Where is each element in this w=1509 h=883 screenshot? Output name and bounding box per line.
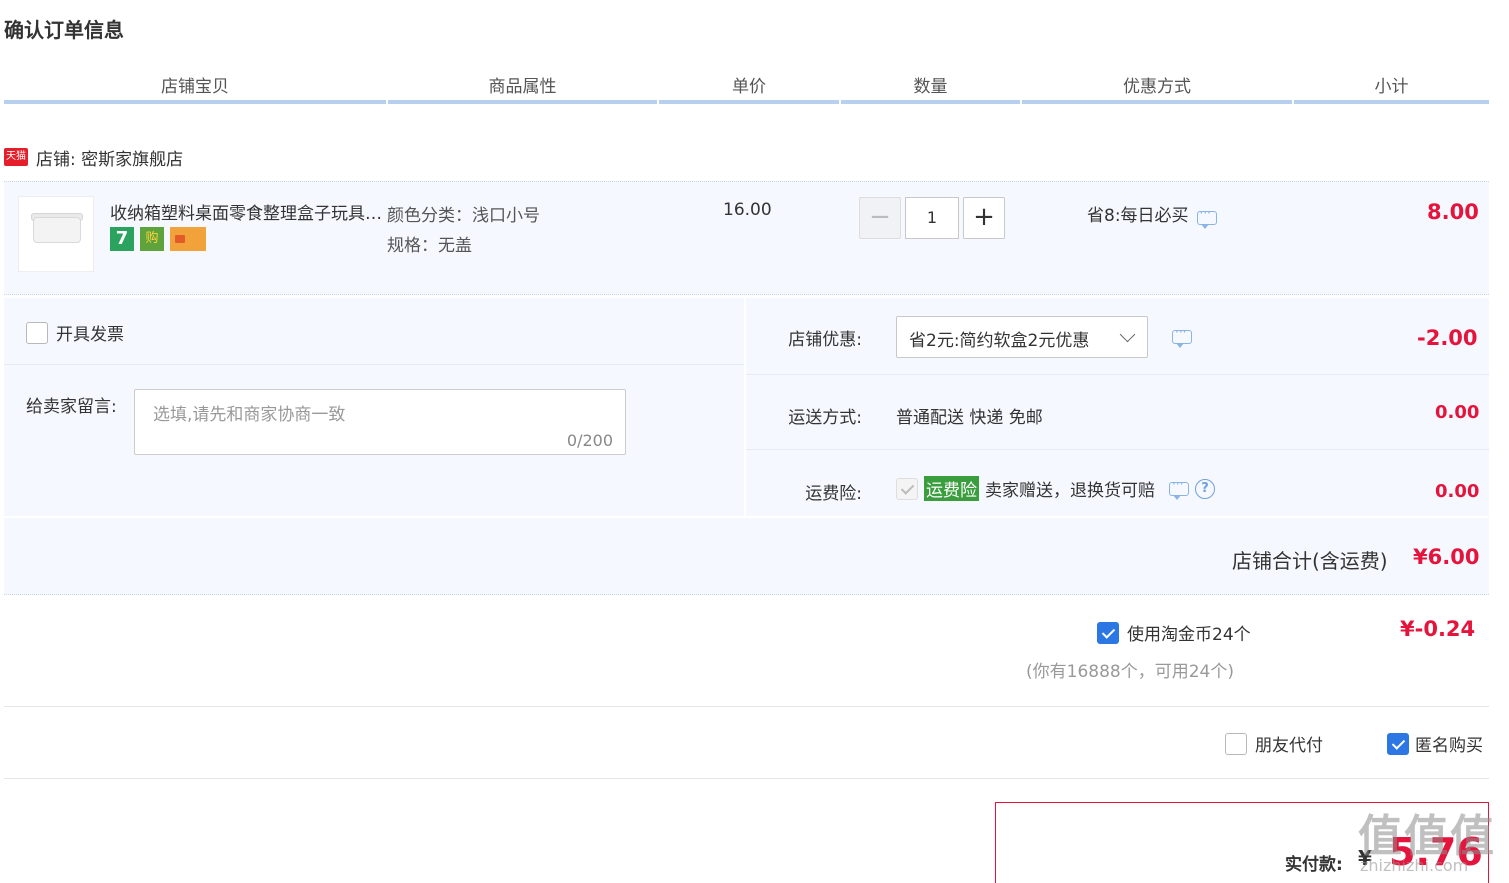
shopping-guarantee-icon: 购 [140, 227, 164, 251]
panel-divider [4, 364, 744, 365]
section-divider [4, 778, 1489, 779]
col-header-attributes: 商品属性 [388, 74, 657, 104]
insurance-text: 卖家赠送，退换货可赔 [985, 481, 1155, 501]
shipping-value: 普通配送 快递 免邮 [896, 408, 1043, 428]
shop-discount-value: 省2元:简约软盒2元优惠 [909, 331, 1090, 351]
col-header-quantity: 数量 [841, 74, 1020, 104]
service-badges: 7 购 [110, 227, 206, 251]
anonymous-option[interactable]: 匿名购买 [1387, 731, 1483, 756]
seven-day-return-icon: 7 [110, 227, 134, 251]
seller-message-input[interactable]: 选填,请先和商家协商一致 0/200 [134, 389, 626, 455]
friend-pay-checkbox[interactable] [1225, 732, 1247, 755]
shop-discount-label: 店铺优惠: [788, 330, 862, 350]
quantity-input[interactable]: 1 [905, 197, 959, 239]
insurance-amount: 0.00 [1435, 481, 1480, 502]
message-char-count: 0/200 [566, 431, 613, 450]
col-header-unit-price: 单价 [659, 74, 839, 104]
shop-discount-select[interactable]: 省2元:简约软盒2元优惠 [896, 316, 1148, 358]
quantity-stepper: − 1 + [859, 197, 1005, 239]
shop-total-label: 店铺合计(含运费) [1232, 549, 1388, 573]
attr-spec: 规格：无盖 [387, 236, 472, 256]
insurance-option: 运费险 卖家赠送，退换货可赔 ? [896, 476, 1215, 501]
item-subtotal: 8.00 [1427, 200, 1479, 224]
shipping-label: 运送方式: [788, 408, 862, 428]
insurance-tag: 运费险 [924, 476, 979, 501]
section-divider [4, 706, 1489, 707]
coins-checkbox[interactable] [1097, 621, 1119, 644]
shop-discount-amount: -2.00 [1417, 326, 1478, 350]
shipping-amount: 0.00 [1435, 402, 1480, 423]
shop-total-amount: ¥6.00 [1413, 545, 1480, 569]
insurance-label: 运费险: [805, 484, 862, 504]
product-title-link[interactable]: 收纳箱塑料桌面零食整理盒子玩具储物箱 [110, 199, 382, 224]
coins-amount: ¥-0.24 [1400, 617, 1476, 641]
chat-bubble-icon[interactable] [1169, 477, 1189, 500]
message-placeholder: 选填,请先和商家协商一致 [153, 405, 346, 425]
help-icon[interactable]: ? [1195, 478, 1215, 499]
chat-bubble-icon[interactable] [1196, 206, 1217, 229]
quantity-decrease-button[interactable]: − [859, 197, 901, 239]
shop-name-link[interactable]: 店铺: 密斯家旗舰店 [36, 145, 183, 170]
coins-label: 使用淘金币24个 [1127, 625, 1251, 645]
tmall-icon: 天猫 [4, 148, 28, 166]
credit-card-icon [170, 227, 206, 251]
product-thumbnail[interactable] [18, 196, 94, 272]
payment-label: 实付款: [1285, 855, 1343, 875]
summary-divider [746, 449, 1489, 450]
col-header-shop-item: 店铺宝贝 [4, 74, 386, 104]
attr-color: 颜色分类：浅口小号 [387, 206, 540, 226]
shop-row: 天猫 店铺: 密斯家旗舰店 [4, 142, 183, 172]
friend-pay-option[interactable]: 朋友代付 [1225, 731, 1323, 756]
page-title: 确认订单信息 [4, 18, 124, 42]
coins-available: (你有16888个，可用24个) [1026, 662, 1234, 682]
invoice-label: 开具发票 [56, 325, 124, 345]
anonymous-checkbox[interactable] [1387, 732, 1409, 755]
item-promo: 省8:每日必买 [1087, 201, 1217, 229]
insurance-checkbox [896, 477, 918, 500]
item-promo-text: 省8:每日必买 [1087, 206, 1189, 226]
watermark-logo: 值值值 [1358, 811, 1496, 862]
chevron-down-icon [1119, 326, 1136, 343]
summary-divider [746, 374, 1489, 375]
col-header-discount: 优惠方式 [1022, 74, 1292, 104]
message-label: 给卖家留言: [26, 397, 117, 417]
taobao-coins-option[interactable]: 使用淘金币24个 [1097, 620, 1251, 645]
thumbnail-box-shape [33, 217, 81, 243]
unit-price: 16.00 [723, 200, 772, 220]
chat-bubble-icon[interactable] [1172, 325, 1192, 348]
friend-pay-label: 朋友代付 [1255, 736, 1323, 756]
anonymous-label: 匿名购买 [1415, 736, 1483, 756]
col-header-subtotal: 小计 [1294, 74, 1489, 104]
watermark-url: zhizhizhi.com [1360, 856, 1469, 875]
invoice-option[interactable]: 开具发票 [26, 320, 124, 345]
quantity-increase-button[interactable]: + [963, 197, 1005, 239]
invoice-checkbox[interactable] [26, 321, 48, 344]
